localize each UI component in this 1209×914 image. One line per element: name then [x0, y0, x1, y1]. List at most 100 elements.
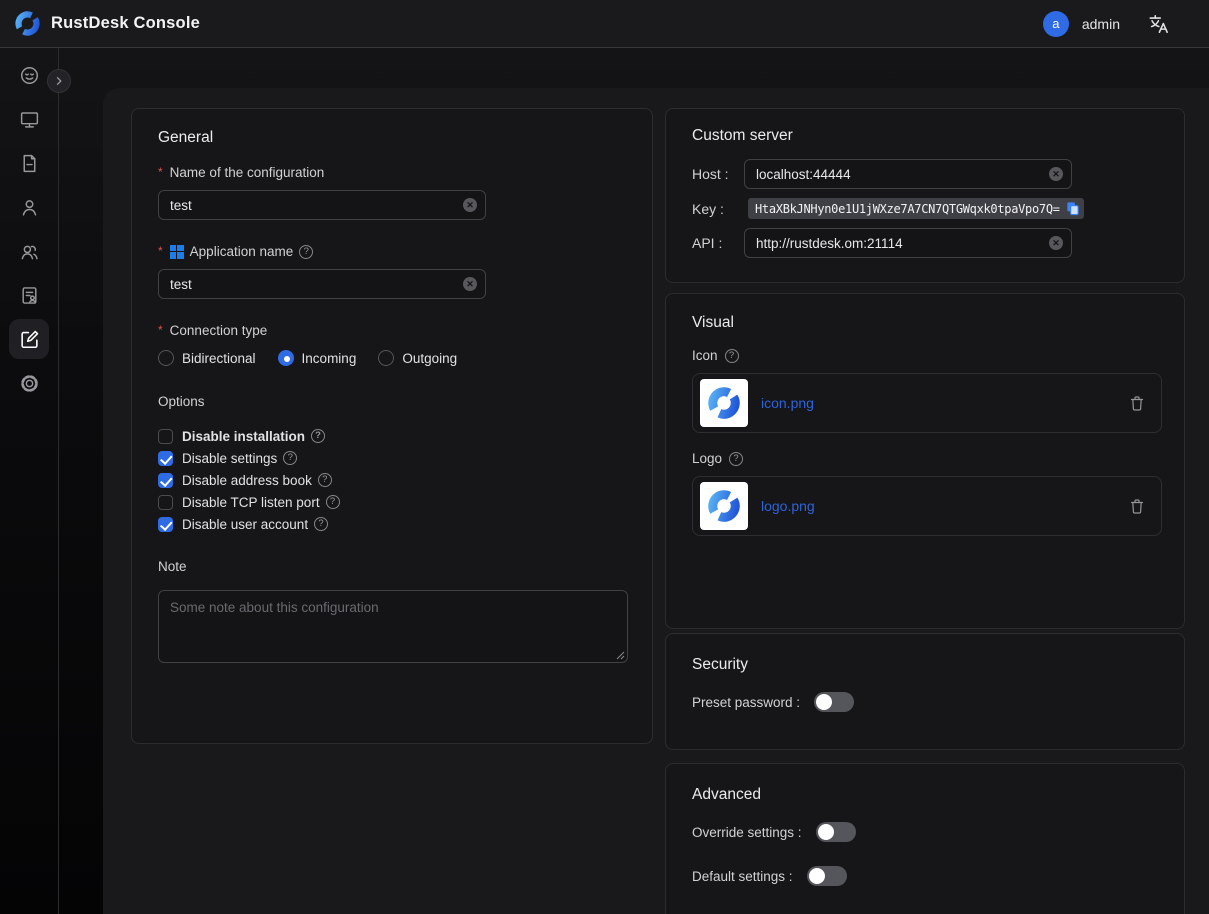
- general-title: General: [158, 129, 626, 147]
- clear-icon[interactable]: ✕: [1049, 236, 1063, 250]
- key-row: Key : HtaXBkJNHyn0e1U1jWXze7A7CN7QTGWqxk…: [692, 198, 1158, 219]
- override-settings-label: Override settings :: [692, 825, 802, 840]
- logo-file-link[interactable]: logo.png: [761, 498, 815, 514]
- required-asterisk: *: [158, 165, 163, 179]
- user-icon: [19, 197, 40, 218]
- smiley-icon: [19, 65, 40, 86]
- application-name-label: * Application name ?: [158, 244, 626, 259]
- rustdesk-logo-icon: [14, 10, 41, 37]
- radio-bidirectional[interactable]: Bidirectional: [158, 350, 256, 366]
- logo-label-row: Logo ?: [692, 451, 1158, 466]
- default-settings-toggle[interactable]: [807, 866, 847, 886]
- icon-file-link[interactable]: icon.png: [761, 395, 814, 411]
- gear-icon: [19, 373, 40, 394]
- application-name-input[interactable]: [158, 269, 486, 299]
- preset-password-label: Preset password :: [692, 695, 800, 710]
- checkbox[interactable]: [158, 429, 173, 444]
- icon-label-row: Icon ?: [692, 348, 1158, 363]
- preset-password-toggle[interactable]: [814, 692, 854, 712]
- logo-file-box: logo.png: [692, 476, 1162, 536]
- help-icon[interactable]: ?: [729, 452, 743, 466]
- host-field: ✕: [744, 159, 1072, 189]
- radio-dot: [378, 350, 394, 366]
- sidebar-item-custom-clients[interactable]: [9, 319, 49, 359]
- help-icon[interactable]: ?: [283, 451, 297, 465]
- sidebar-item-dashboard[interactable]: [9, 55, 49, 95]
- help-icon[interactable]: ?: [318, 473, 332, 487]
- config-name-input[interactable]: [158, 190, 486, 220]
- document-icon: [19, 153, 40, 174]
- edit-square-icon: [19, 329, 40, 350]
- connection-type-group: Bidirectional Incoming Outgoing: [158, 350, 626, 366]
- icon-thumbnail: [700, 379, 748, 427]
- note-field: [158, 590, 628, 663]
- checkbox[interactable]: [158, 473, 173, 488]
- help-icon[interactable]: ?: [326, 495, 340, 509]
- logo-thumbnail: [700, 482, 748, 530]
- host-label: Host :: [692, 166, 744, 182]
- option-disable-user-account: Disable user account ?: [158, 513, 626, 535]
- help-icon[interactable]: ?: [299, 245, 313, 259]
- clear-icon[interactable]: ✕: [463, 198, 477, 212]
- override-settings-toggle[interactable]: [816, 822, 856, 842]
- option-disable-installation: Disable installation ?: [158, 425, 626, 447]
- workspace: General * Name of the configuration ✕ * …: [0, 48, 1209, 914]
- chevron-right-icon: [53, 75, 65, 87]
- option-disable-settings: Disable settings ?: [158, 447, 626, 469]
- icon-file-box: icon.png: [692, 373, 1162, 433]
- api-input[interactable]: [744, 228, 1072, 258]
- clear-icon[interactable]: ✕: [463, 277, 477, 291]
- clear-icon[interactable]: ✕: [1049, 167, 1063, 181]
- sidebar-item-groups[interactable]: [9, 231, 49, 271]
- radio-outgoing[interactable]: Outgoing: [378, 350, 457, 366]
- visual-card: Visual Icon ? icon.png Logo ?: [665, 293, 1185, 629]
- config-name-field: ✕: [158, 190, 486, 220]
- brand: RustDesk Console: [14, 10, 200, 37]
- advanced-title: Advanced: [692, 786, 1158, 804]
- checkbox[interactable]: [158, 495, 173, 510]
- options-label: Options: [158, 394, 626, 409]
- sidebar-item-devices[interactable]: [9, 99, 49, 139]
- radio-incoming[interactable]: Incoming: [278, 350, 357, 366]
- help-icon[interactable]: ?: [314, 517, 328, 531]
- monitor-icon: [19, 109, 40, 130]
- connection-type-label: * Connection type: [158, 323, 626, 338]
- checkbox[interactable]: [158, 517, 173, 532]
- checkbox[interactable]: [158, 451, 173, 466]
- trash-icon[interactable]: [1129, 498, 1145, 515]
- windows-logo-icon: [170, 245, 184, 259]
- key-value-chip: HtaXBkJNHyn0e1U1jWXze7A7CN7QTGWqxk0tpaVp…: [748, 198, 1084, 219]
- host-input[interactable]: [744, 159, 1072, 189]
- security-title: Security: [692, 656, 1158, 674]
- api-field: ✕: [744, 228, 1072, 258]
- help-icon[interactable]: ?: [725, 349, 739, 363]
- rustdesk-logo-icon: [706, 488, 742, 524]
- sidebar-item-audit[interactable]: [9, 143, 49, 183]
- username[interactable]: admin: [1082, 16, 1120, 32]
- sidebar-item-settings[interactable]: [9, 363, 49, 403]
- copy-icon[interactable]: [1065, 201, 1080, 216]
- note-label: Note: [158, 559, 626, 574]
- option-disable-tcp-listen-port: Disable TCP listen port ?: [158, 491, 626, 513]
- security-card: Security Preset password :: [665, 633, 1185, 750]
- users-icon: [19, 241, 40, 262]
- help-icon[interactable]: ?: [311, 429, 325, 443]
- preset-password-row: Preset password :: [692, 692, 1158, 712]
- app-title: RustDesk Console: [51, 14, 200, 33]
- translate-icon[interactable]: [1147, 13, 1169, 35]
- visual-title: Visual: [692, 314, 1158, 332]
- custom-server-title: Custom server: [692, 127, 1158, 145]
- api-label: API :: [692, 235, 744, 251]
- audit-doc-icon: [19, 285, 40, 306]
- sidebar-item-users[interactable]: [9, 187, 49, 227]
- sidebar-item-audit-log[interactable]: [9, 275, 49, 315]
- sidebar-expand-button[interactable]: [47, 69, 71, 93]
- general-card: General * Name of the configuration ✕ * …: [131, 108, 653, 744]
- note-textarea[interactable]: [158, 590, 628, 663]
- trash-icon[interactable]: [1129, 395, 1145, 412]
- option-disable-address-book: Disable address book ?: [158, 469, 626, 491]
- default-settings-row: Default settings :: [692, 866, 1158, 886]
- avatar[interactable]: a: [1043, 11, 1069, 37]
- custom-server-card: Custom server Host : ✕ Key : HtaXBkJNHyn…: [665, 108, 1185, 283]
- main-panel: General * Name of the configuration ✕ * …: [103, 88, 1209, 914]
